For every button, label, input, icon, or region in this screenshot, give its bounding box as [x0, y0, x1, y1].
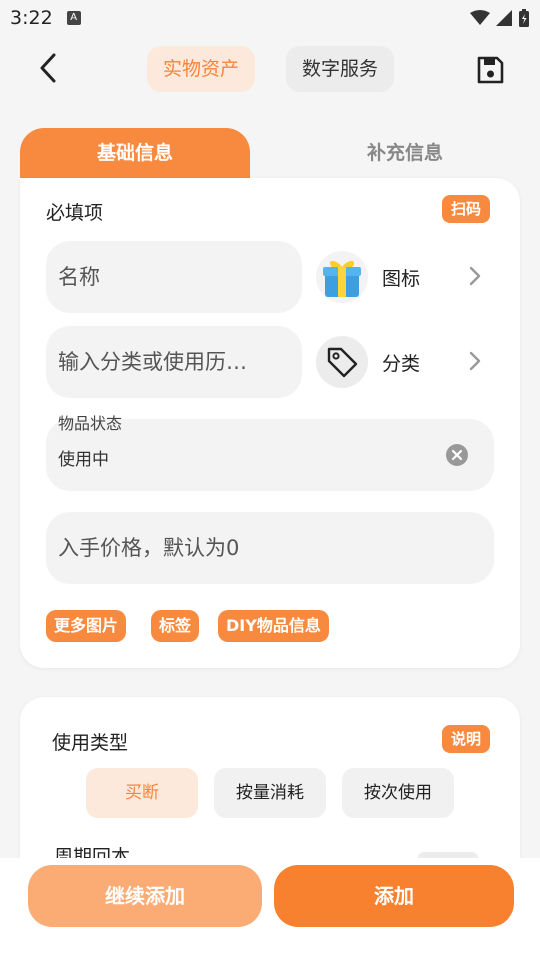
usage-type-title: 使用类型 [52, 732, 129, 754]
tags-chip[interactable]: 标签 [151, 610, 200, 642]
tab-physical-assets[interactable]: 实物资产 [147, 46, 256, 92]
status-field-value: 使用中 [58, 450, 109, 470]
clear-status-button[interactable] [446, 444, 468, 466]
gift-icon [316, 251, 368, 303]
tab-extra-info[interactable]: 补充信息 [290, 128, 520, 178]
name-placeholder: 名称 [58, 265, 100, 289]
battery-icon [519, 9, 529, 27]
required-title: 必填项 [46, 202, 104, 224]
chevron-left-icon [40, 53, 56, 83]
icon-label: 图标 [382, 267, 421, 290]
icon-picker[interactable]: 图标 [316, 251, 420, 303]
chevron-right-icon [469, 266, 481, 286]
price-input[interactable]: 入手价格，默认为0 [46, 512, 494, 584]
tag-icon [316, 336, 368, 388]
type-by-times[interactable]: 按次使用 [342, 768, 454, 818]
category-input[interactable]: 输入分类或使用历… [46, 326, 302, 398]
chevron-right-icon [469, 351, 481, 371]
continue-add-button[interactable]: 继续添加 [28, 865, 262, 927]
category-picker[interactable]: 分类 [316, 336, 420, 388]
status-icons [470, 9, 530, 27]
more-images-chip[interactable]: 更多图片 [46, 610, 127, 642]
category-placeholder: 输入分类或使用历… [58, 350, 247, 374]
signal-icon [496, 10, 512, 26]
tab-digital-services[interactable]: 数字服务 [286, 46, 395, 92]
close-icon [451, 449, 463, 461]
tab-basic-info[interactable]: 基础信息 [20, 128, 250, 178]
status-bar: 3:22 A [0, 0, 540, 36]
save-button[interactable] [472, 52, 508, 88]
type-buyout[interactable]: 买断 [86, 768, 198, 818]
scan-button[interactable]: 扫码 [442, 195, 491, 223]
type-by-quantity[interactable]: 按量消耗 [214, 768, 326, 818]
category-label: 分类 [382, 352, 421, 375]
status-time: 3:22 [10, 7, 53, 29]
back-button[interactable] [30, 50, 66, 86]
help-button[interactable]: 说明 [442, 725, 491, 753]
save-icon [477, 56, 504, 84]
diy-info-chip[interactable]: DIY物品信息 [218, 610, 329, 642]
notification-icon: A [66, 11, 81, 25]
name-input[interactable]: 名称 [46, 241, 302, 313]
top-bar: 实物资产 数字服务 [0, 36, 540, 106]
price-placeholder: 入手价格，默认为0 [58, 536, 240, 560]
add-button[interactable]: 添加 [274, 865, 514, 927]
wifi-icon [470, 10, 490, 25]
status-field-label: 物品状态 [58, 414, 123, 433]
